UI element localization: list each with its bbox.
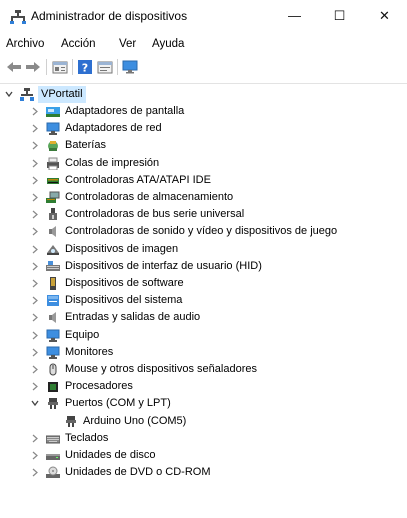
battery-icon [48, 141, 58, 152]
tree-item-label: Teclados [65, 431, 109, 444]
chevron-right-icon[interactable] [30, 309, 40, 326]
chevron-down-icon[interactable] [4, 86, 14, 103]
tree-item-label: Entradas y salidas de audio [65, 311, 201, 324]
tree-item-label: Dispositivos de software [65, 277, 184, 289]
dvd-icon [46, 466, 60, 479]
chevron-right-icon[interactable] [30, 464, 40, 481]
audio-io-icon [49, 312, 56, 324]
chevron-right-icon[interactable] [30, 344, 40, 361]
chevron-right-icon[interactable] [30, 103, 40, 120]
display-adapter-icon [46, 107, 60, 117]
port-icon [48, 398, 58, 410]
update-driver-icon[interactable] [97, 59, 113, 75]
back-arrow-icon[interactable] [6, 59, 22, 75]
toolbar-divider [0, 83, 407, 84]
monitor-icon[interactable] [122, 59, 138, 75]
close-button[interactable]: ✕ [362, 0, 407, 32]
camera-icon [47, 244, 59, 255]
tree-item-label: Procesadores [65, 380, 133, 393]
printer-icon [47, 157, 59, 170]
tree-item-label: Baterías [65, 139, 106, 152]
chevron-right-icon[interactable] [30, 258, 40, 275]
speaker-icon [49, 226, 56, 238]
properties-icon[interactable] [52, 59, 68, 75]
chevron-right-icon[interactable] [30, 327, 40, 344]
chevron-right-icon[interactable] [30, 241, 40, 258]
menu-accion[interactable]: Acción [61, 38, 96, 50]
chevron-right-icon[interactable] [30, 189, 40, 206]
menu-ver[interactable]: Ver [119, 38, 136, 50]
toolbar-separator [46, 59, 47, 75]
tree-item-label: Unidades de DVD o CD-ROM [65, 466, 211, 479]
chevron-right-icon[interactable] [30, 447, 40, 464]
tree-item-label: Dispositivos de imagen [65, 242, 179, 255]
chevron-right-icon[interactable] [30, 430, 40, 447]
device-manager-icon [10, 10, 26, 24]
software-device-icon [50, 277, 56, 290]
tree-item-label: Unidades de disco [65, 449, 156, 461]
tree-item-label: Controladoras de bus serie universal [65, 208, 245, 221]
tree-root[interactable]: VPortatil [4, 86, 94, 103]
disk-drive-icon [46, 454, 60, 460]
tree-item-label: Adaptadores de pantalla [65, 105, 185, 117]
toolbar-separator [117, 59, 118, 75]
chevron-right-icon[interactable] [30, 223, 40, 240]
chevron-right-icon[interactable] [30, 206, 40, 223]
tree-item-label: Controladoras de almacenamiento [65, 191, 234, 203]
tree-item-label: Controladoras ATA/ATAPI IDE [65, 173, 211, 186]
chevron-right-icon[interactable] [30, 137, 40, 154]
svg-text:?: ? [82, 62, 88, 75]
port-icon [66, 415, 76, 427]
tree-item-label: Adaptadores de red [65, 122, 162, 135]
device-tree: VPortatil Adaptadores de pantalla Adaptad… [0, 86, 407, 518]
chevron-right-icon[interactable] [30, 361, 40, 378]
mouse-icon [49, 363, 57, 376]
tree-item-label: Monitores [65, 345, 114, 358]
chevron-right-icon[interactable] [30, 120, 40, 137]
usb-icon [49, 208, 57, 221]
processor-icon [48, 382, 58, 393]
tree-item-label: Mouse y otros dispositivos señaladores [65, 363, 257, 375]
window-title: Administrador de dispositivos [31, 9, 188, 23]
tree-item-label: Colas de impresión [65, 156, 160, 169]
help-icon[interactable]: ? [77, 59, 93, 75]
tree-item-label: Puertos (COM y LPT) [65, 397, 171, 410]
forward-arrow-icon[interactable] [25, 59, 41, 75]
keyboard-icon [46, 435, 60, 444]
minimize-button[interactable]: — [272, 0, 317, 32]
maximize-button[interactable]: ☐ [317, 0, 362, 32]
toolbar: ? [0, 56, 407, 78]
storage-controller-icon [46, 191, 60, 203]
menu-ayuda[interactable]: Ayuda [152, 38, 184, 50]
ide-controller-icon [47, 177, 59, 184]
tree-child-label: Arduino Uno (COM5) [83, 414, 187, 427]
tree-root-label: VPortatil [38, 86, 86, 103]
chevron-right-icon[interactable] [30, 172, 40, 189]
chevron-right-icon[interactable] [30, 155, 40, 172]
chevron-right-icon[interactable] [30, 292, 40, 309]
computer-root-icon [20, 88, 34, 101]
hid-icon [46, 260, 60, 271]
tree-item-label: Dispositivos del sistema [65, 294, 183, 307]
monitor-icon [46, 346, 60, 359]
chevron-right-icon[interactable] [30, 378, 40, 395]
chevron-down-icon[interactable] [30, 395, 40, 412]
tree-item-label: Controladoras de sonido y vídeo y dispos… [65, 225, 338, 238]
menu-bar: Archivo Acción Ver Ayuda [0, 34, 407, 52]
tree-item-label: Dispositivos de interfaz de usuario (HID… [65, 259, 262, 272]
menu-archivo[interactable]: Archivo [6, 38, 44, 50]
toolbar-separator [72, 59, 73, 75]
system-device-icon [47, 295, 59, 307]
tree-item-label: Equipo [65, 328, 100, 341]
chevron-right-icon[interactable] [30, 275, 40, 292]
title-bar: Administrador de dispositivos — ☐ ✕ [0, 0, 407, 32]
computer-icon [46, 329, 60, 342]
network-adapter-icon [46, 122, 60, 136]
